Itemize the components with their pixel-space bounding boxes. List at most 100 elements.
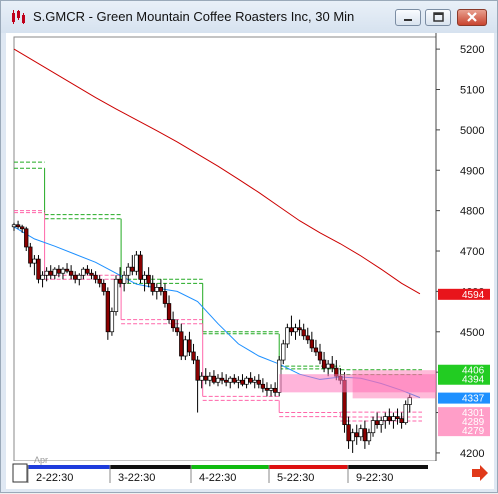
candle-body [358,428,363,438]
candle-body [281,343,286,361]
candle-body [191,351,196,361]
candle-body [407,397,412,405]
candle-body [158,287,164,292]
y-tick-label: 5000 [460,125,484,137]
candle-body [77,274,82,280]
chart-window: S.GMCR - Green Mountain Coffee Roasters … [0,0,498,493]
candlestick-chart[interactable]: 5200510050004900480047004600450044004300… [6,33,494,489]
close-button[interactable] [457,9,487,26]
candle-body [175,327,180,333]
candle-body [179,331,184,357]
candle-body [399,418,404,423]
candle-body [244,377,249,385]
y-tick-label: 5200 [460,44,484,56]
candle-body [64,268,70,272]
x-axis-month-label: Apr [34,455,48,465]
candle-body [374,420,380,426]
candle-body [297,327,302,331]
price-marker-label: 4279 [462,426,485,437]
x-axis-day-segment [110,465,191,469]
candle-body [32,258,37,264]
candle-body [215,377,221,383]
candle-body [207,375,212,381]
y-tick-label: 4900 [460,165,484,177]
x-axis-day-segment [191,465,269,469]
candle-body [154,287,159,292]
candle[interactable] [36,255,41,284]
candle-body [48,270,53,276]
candle-body [211,375,217,383]
maximize-icon [433,12,444,22]
candle-body [366,432,372,442]
candle-body [232,377,237,383]
candle-body [166,303,172,321]
candle-body [73,274,78,280]
candle-body [109,311,115,333]
y-tick-label: 5100 [460,84,484,96]
x-axis-day-segment [28,465,110,469]
candle-body [44,270,49,276]
candle-body [252,379,257,383]
candle-body [354,432,359,438]
candle-body [387,416,392,421]
candle[interactable] [113,275,119,316]
price-marker-label: 4594 [462,290,485,301]
candle-body [264,387,270,391]
price-marker: 4594 [438,288,490,301]
candle-body [199,375,204,381]
candle-body [40,274,45,280]
candle-body [20,226,25,230]
candle-body [260,383,266,389]
minimize-button[interactable] [395,9,421,26]
candle-body [309,339,314,349]
candle-body [285,327,290,345]
candle-body [228,377,233,383]
candle-body [346,424,351,442]
candle-body [383,416,388,421]
candle-body [134,254,139,272]
candle-body [236,379,241,383]
candle-body [56,268,62,274]
candle-body [219,377,225,381]
candle-body [321,359,327,369]
candle-body [68,270,74,276]
candle[interactable] [138,251,143,284]
x-tick-label: 2-22:30 [36,472,73,484]
candle-body [183,339,188,357]
candle-body [162,291,168,304]
candle-body [117,278,123,284]
candle-body [326,363,331,369]
maximize-button[interactable] [425,9,451,26]
candle-body [187,339,192,353]
candle-body [89,272,94,276]
candle-body [122,274,127,284]
candle-body [105,291,110,333]
candle-body [350,432,355,442]
candle-body [28,246,33,264]
candle[interactable] [109,307,115,336]
title-bar[interactable]: S.GMCR - Green Mountain Coffee Roasters … [1,1,497,33]
candle-body [130,266,135,272]
candle-body [195,359,200,381]
minimize-icon [404,19,412,21]
price-marker-label: 4394 [462,375,485,386]
chart-area[interactable]: 5200510050004900480047004600450044004300… [6,33,494,489]
candle-body [81,268,86,276]
y-tick-label: 4500 [460,327,484,339]
candle-body [170,319,176,329]
y-tick-label: 4700 [460,246,484,258]
candle-body [126,266,131,276]
candle-body [113,278,119,312]
candle-body [256,379,261,385]
candle-body [15,224,21,228]
candle-body [11,224,17,228]
candle-body [203,375,208,381]
candle[interactable] [105,287,110,340]
candle-body [248,377,253,383]
close-icon [467,12,477,22]
x-axis-scroll-box[interactable] [12,463,28,483]
candle-body [36,258,41,280]
window-title: S.GMCR - Green Mountain Coffee Roasters … [33,9,355,24]
chart-app-icon [11,10,27,24]
candle-body [52,268,57,276]
